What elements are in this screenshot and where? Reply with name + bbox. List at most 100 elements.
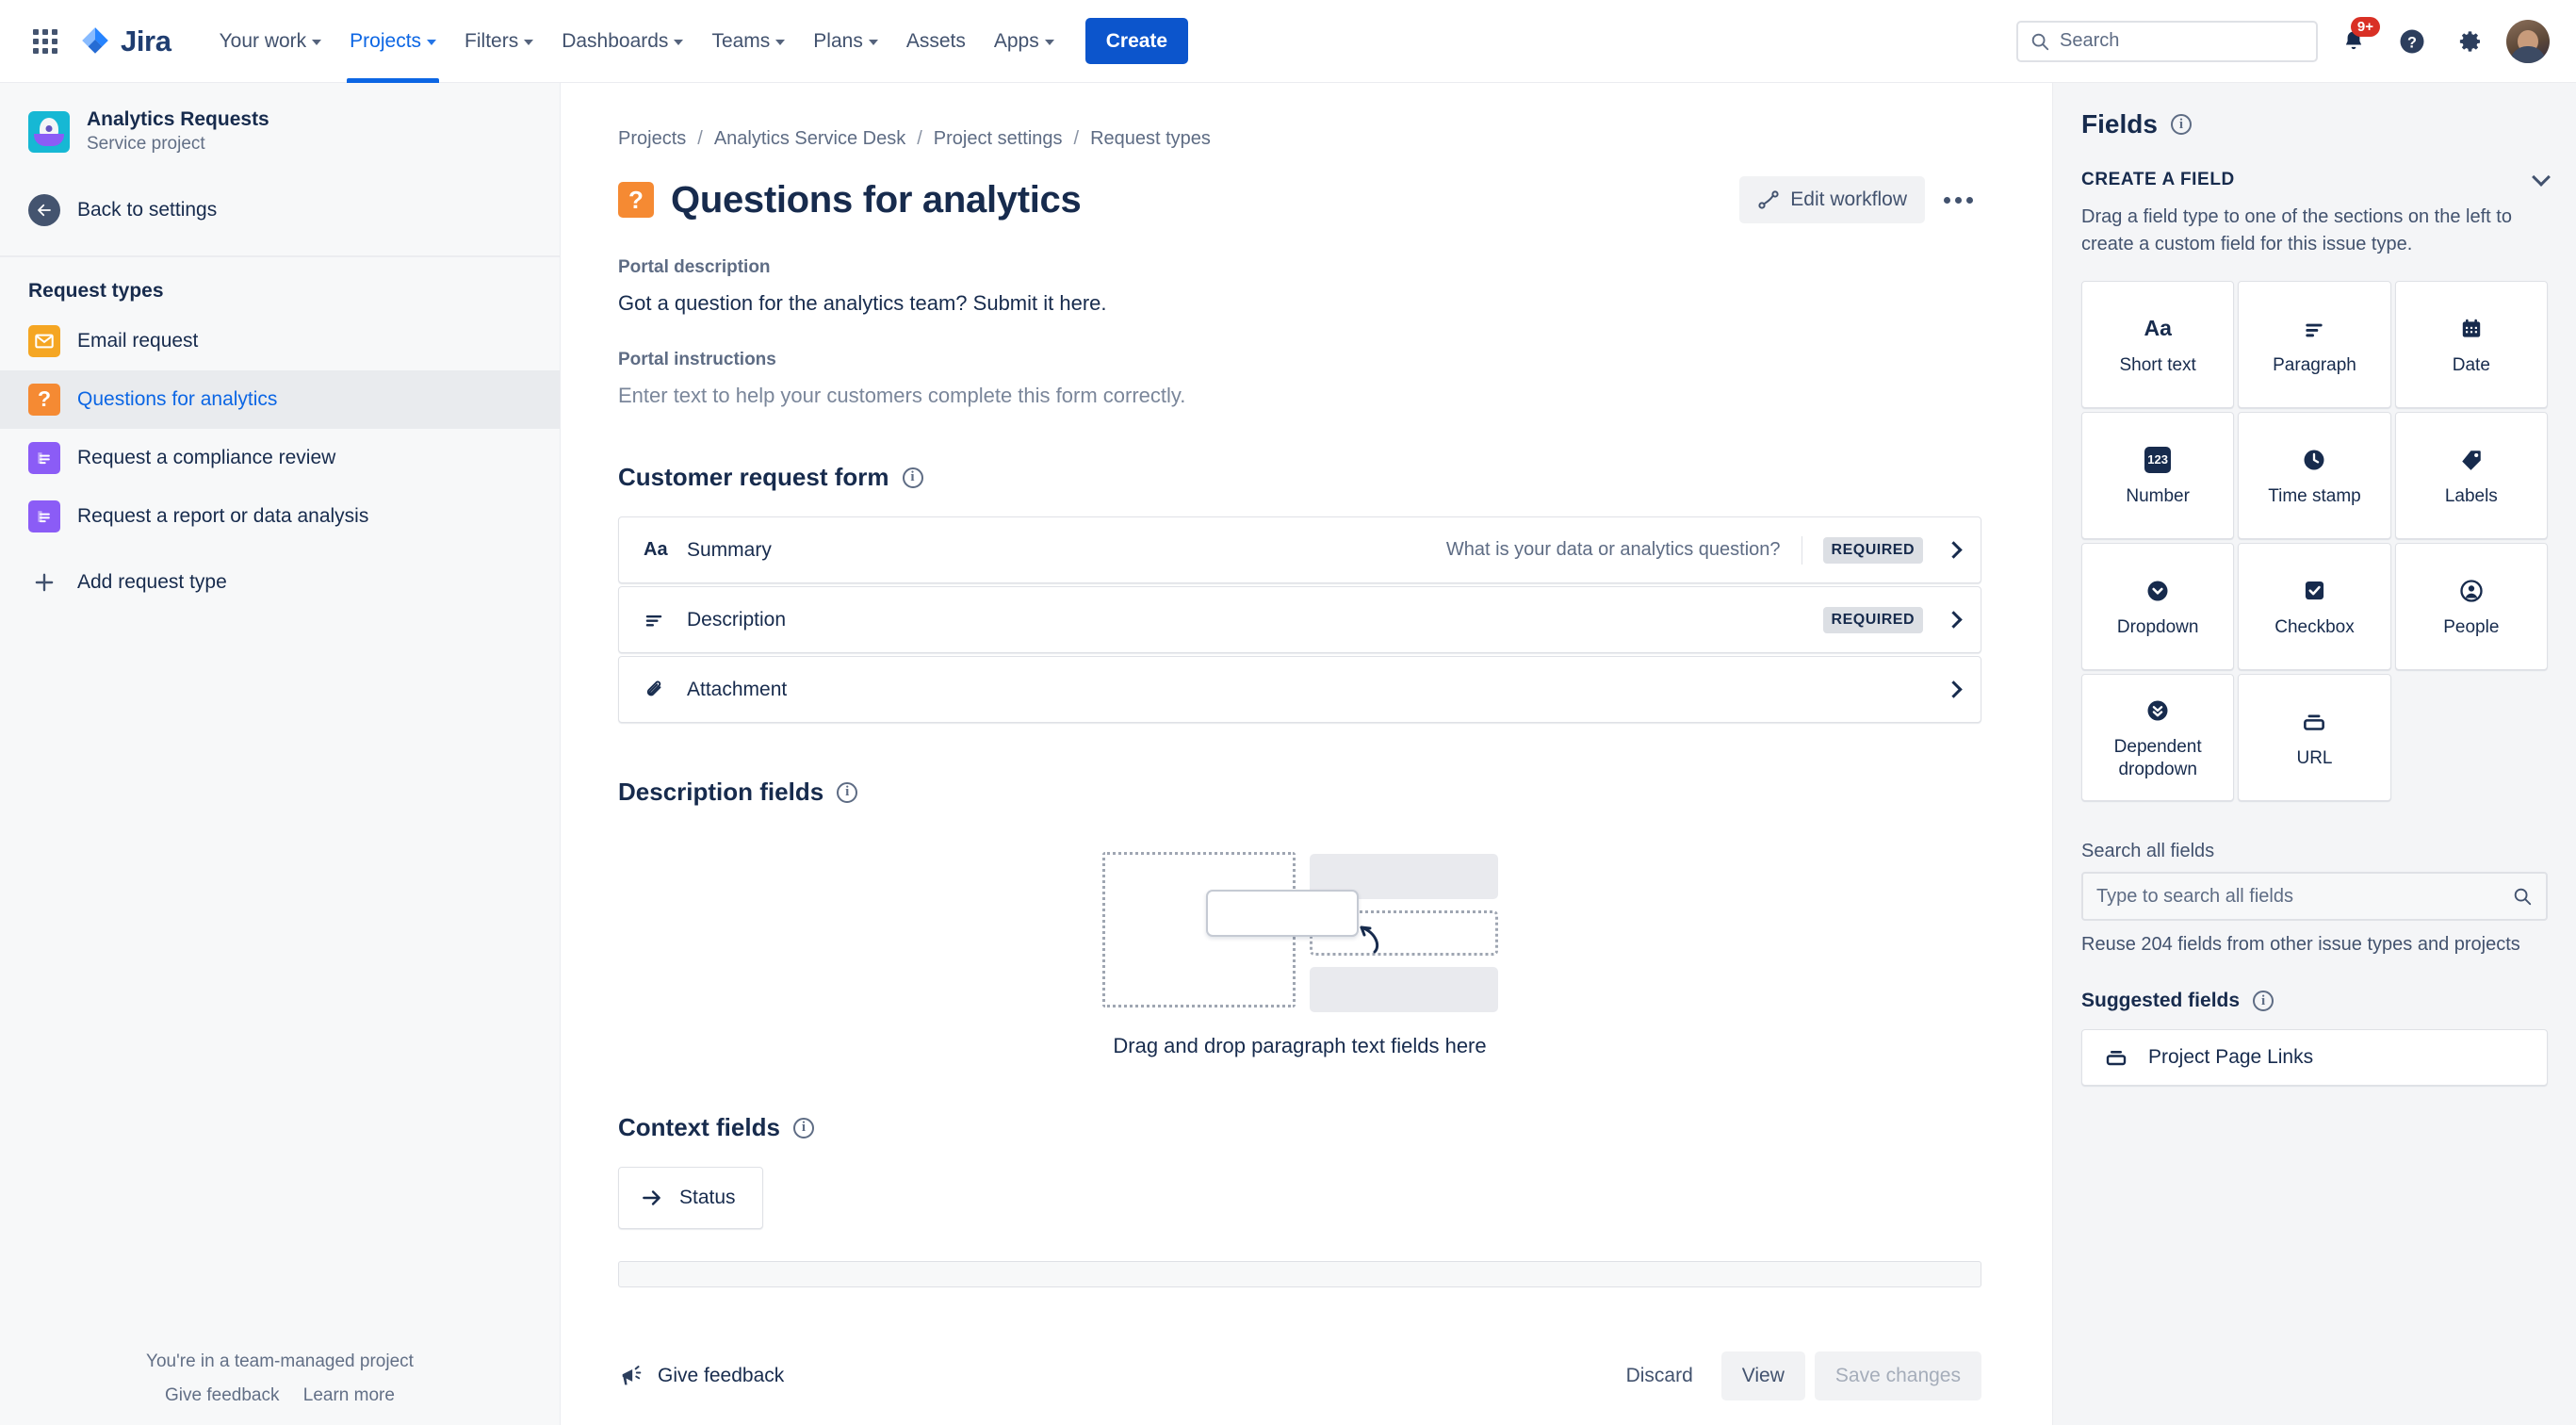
create-button[interactable]: Create — [1084, 18, 1189, 64]
field-type-short-text[interactable]: Aa Short text — [2081, 281, 2235, 408]
back-to-settings-label: Back to settings — [77, 198, 218, 221]
chevron-down-icon — [1044, 40, 1054, 45]
create-a-field-section-toggle[interactable]: CREATE A FIELD — [2081, 168, 2551, 190]
breadcrumb-request-types[interactable]: Request types — [1090, 128, 1211, 150]
edit-workflow-button[interactable]: Edit workflow — [1739, 176, 1925, 223]
fields-panel: Fields i CREATE A FIELD Drag a field typ… — [2052, 83, 2576, 1425]
paperclip-icon — [644, 679, 674, 701]
field-type-people[interactable]: People — [2394, 543, 2548, 670]
field-type-labels[interactable]: Labels — [2394, 412, 2548, 539]
field-type-label: Date — [2452, 354, 2490, 375]
add-request-type-button[interactable]: Add request type — [0, 553, 560, 612]
nav-item-your-work[interactable]: Your work — [205, 0, 336, 83]
description-fields-title: Description fields — [618, 778, 824, 806]
chevron-right-icon[interactable] — [1945, 541, 1963, 559]
primary-nav-items: Your work Projects Filters Dashboards Te… — [205, 0, 1189, 83]
search-all-fields-input[interactable]: Type to search all fields — [2081, 872, 2548, 921]
plus-glyph — [35, 573, 54, 592]
give-feedback-button[interactable]: Give feedback — [618, 1363, 784, 1389]
edit-workflow-label: Edit workflow — [1790, 188, 1907, 210]
suggested-fields-heading: Suggested fields i — [2081, 990, 2548, 1012]
user-avatar[interactable] — [2506, 19, 2550, 63]
chevron-right-icon[interactable] — [1945, 680, 1963, 698]
sidebar-learn-more-link[interactable]: Learn more — [303, 1385, 395, 1405]
dropzone-illustration — [1101, 852, 1498, 1012]
suggested-field-label: Project Page Links — [2148, 1046, 2314, 1068]
double-chevron-down-circle-icon — [2144, 695, 2171, 727]
portal-description-value[interactable]: Got a question for the analytics team? S… — [618, 291, 1981, 316]
field-type-paragraph[interactable]: Paragraph — [2238, 281, 2391, 408]
portal-instructions-value[interactable]: Enter text to help your customers comple… — [618, 384, 1981, 408]
portal-description-label: Portal description — [618, 257, 771, 277]
clock-icon — [2301, 444, 2327, 476]
help-question-icon[interactable]: ? — [2389, 19, 2435, 64]
grid-apps-icon[interactable] — [26, 23, 64, 60]
field-type-date[interactable]: Date — [2394, 281, 2548, 408]
sidebar-item-email-request[interactable]: Email request — [0, 312, 560, 370]
notification-bell-icon[interactable]: 9+ — [2331, 16, 2380, 64]
field-type-dropdown[interactable]: Dropdown — [2081, 543, 2235, 670]
sidebar-item-questions-for-analytics[interactable]: ? Questions for analytics — [0, 369, 560, 429]
dropdown-glyph — [2147, 581, 2168, 601]
info-icon[interactable]: i — [792, 1117, 814, 1138]
envelope-icon — [28, 324, 60, 357]
breadcrumb-analytics-service-desk[interactable]: Analytics Service Desk — [714, 128, 905, 150]
info-icon[interactable]: i — [837, 781, 858, 803]
search-all-fields-label: Search all fields — [2081, 841, 2215, 861]
description-fields-dropzone[interactable]: Drag and drop paragraph text fields here — [618, 852, 1981, 1058]
field-type-number[interactable]: 123 Number — [2081, 412, 2235, 539]
breadcrumb-project-settings[interactable]: Project settings — [934, 128, 1063, 150]
gear-glyph — [2459, 30, 2480, 52]
field-type-url[interactable]: URL — [2238, 674, 2391, 801]
request-types-heading: Request types — [28, 279, 164, 302]
view-button[interactable]: View — [1720, 1351, 1805, 1400]
nav-item-projects[interactable]: Projects — [335, 0, 450, 83]
more-actions-button[interactable] — [1934, 176, 1981, 223]
doc-lines-glyph — [38, 452, 50, 465]
nav-item-filters[interactable]: Filters — [450, 0, 547, 83]
breadcrumb-separator: / — [1073, 128, 1080, 149]
chevron-down-circle-icon — [2144, 575, 2171, 607]
info-icon[interactable]: i — [902, 467, 923, 488]
nav-item-teams[interactable]: Teams — [697, 0, 799, 83]
breadcrumb-separator: / — [697, 128, 703, 149]
sidebar-item-request-a-report-or-data-analysis[interactable]: Request a report or data analysis — [0, 487, 560, 546]
nav-item-plans[interactable]: Plans — [799, 0, 892, 83]
field-type-time-stamp[interactable]: Time stamp — [2238, 412, 2391, 539]
discard-button[interactable]: Discard — [1607, 1351, 1712, 1400]
sidebar-give-feedback-link[interactable]: Give feedback — [165, 1385, 279, 1405]
field-type-label: Number — [2126, 485, 2190, 506]
table-row[interactable]: Aa Summary What is your data or analytic… — [618, 516, 1981, 583]
back-to-settings-link[interactable]: Back to settings — [0, 184, 560, 237]
list-item[interactable]: Status — [618, 1167, 763, 1229]
page-title-row: ? Questions for analytics Edit workflow — [618, 176, 1981, 223]
search-placeholder: Search — [2060, 30, 2120, 51]
fields-panel-title: Fields — [2081, 109, 2158, 139]
paragraph-glyph — [645, 614, 662, 627]
sidebar-item-request-a-compliance-review[interactable]: Request a compliance review — [0, 429, 560, 487]
jira-logo[interactable]: Jira — [79, 25, 171, 58]
short-text-aa-icon: Aa — [644, 539, 668, 560]
breadcrumb-projects[interactable]: Projects — [618, 128, 686, 150]
page-title-actions: Edit workflow — [1739, 176, 1981, 223]
nav-item-dashboards[interactable]: Dashboards — [547, 0, 697, 83]
nav-label: Plans — [813, 29, 863, 52]
field-type-grid: Aa Short text Paragraph Date 123 Number … — [2081, 281, 2548, 801]
info-icon[interactable]: i — [2170, 114, 2192, 135]
project-header[interactable]: Analytics Requests Service project — [0, 83, 560, 171]
field-type-dependent-dropdown[interactable]: Dependent dropdown — [2081, 674, 2235, 801]
nav-label: Filters — [465, 29, 519, 52]
global-search-input[interactable]: Search — [2016, 20, 2318, 62]
suggested-field-project-page-links[interactable]: Project Page Links — [2081, 1029, 2548, 1086]
settings-gear-icon[interactable] — [2448, 19, 2493, 64]
info-icon[interactable]: i — [2253, 991, 2274, 1011]
nav-label: Teams — [711, 29, 771, 52]
arrow-right-glyph — [643, 1190, 660, 1205]
nav-item-assets[interactable]: Assets — [892, 0, 980, 83]
checkbox-glyph — [2305, 581, 2324, 600]
chevron-right-icon[interactable] — [1945, 611, 1963, 629]
table-row[interactable]: Description REQUIRED — [618, 586, 1981, 653]
field-type-checkbox[interactable]: Checkbox — [2238, 543, 2391, 670]
nav-item-apps[interactable]: Apps — [980, 0, 1068, 83]
table-row[interactable]: Attachment — [618, 656, 1981, 723]
